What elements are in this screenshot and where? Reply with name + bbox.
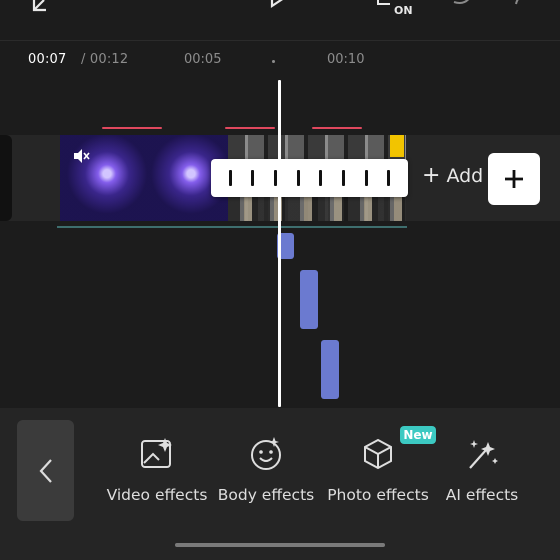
chevron-left-icon — [39, 458, 52, 483]
transition-marker[interactable] — [296, 170, 300, 186]
transition-marker[interactable] — [251, 170, 255, 186]
photo-effects-button[interactable]: Photo effects — [324, 434, 432, 504]
video-effects-button[interactable]: Video effects — [106, 434, 208, 504]
clip-thumbnail-highlight — [390, 135, 404, 157]
tool-label: AI effects — [445, 486, 519, 504]
new-badge: New — [400, 426, 436, 444]
plus-icon — [505, 170, 523, 188]
track-left-handle[interactable] — [0, 135, 12, 221]
home-indicator[interactable] — [175, 543, 385, 547]
editor-screen: ON 00:07 / 00:12 00:05 00:10 + Add Video… — [0, 0, 560, 560]
body-effects-button[interactable]: Body effects — [216, 434, 316, 504]
body-effects-icon — [216, 434, 316, 474]
record-toggle-icon[interactable]: ON — [372, 0, 418, 20]
transition-marker[interactable] — [319, 170, 323, 186]
play-icon[interactable] — [268, 0, 298, 14]
current-time: 00:07 — [28, 52, 67, 67]
add-clip-button[interactable] — [488, 153, 540, 205]
video-effects-icon — [106, 434, 208, 474]
effect-block[interactable] — [300, 270, 318, 329]
record-toggle-label: ON — [394, 4, 413, 17]
total-duration: / 00:12 — [81, 52, 129, 67]
video-clip-effects[interactable] — [60, 135, 228, 221]
ruler-tick-dot — [272, 60, 275, 63]
playhead[interactable] — [278, 80, 281, 407]
back-button[interactable] — [17, 420, 74, 521]
plus-icon: + — [422, 163, 441, 188]
add-clip-link[interactable]: + Add — [422, 163, 484, 188]
transition-marker[interactable] — [364, 170, 368, 186]
add-clip-label: Add — [446, 165, 484, 187]
tool-label: Video effects — [106, 486, 208, 504]
ruler-tick-label: 00:10 — [327, 52, 365, 67]
transition-markers[interactable] — [211, 159, 408, 197]
effect-block[interactable] — [321, 340, 339, 399]
tool-label: Photo effects — [327, 486, 429, 504]
tool-label: Body effects — [217, 486, 315, 504]
transition-marker[interactable] — [228, 170, 232, 186]
clip-marker — [312, 127, 362, 129]
transition-marker[interactable] — [387, 170, 391, 186]
redo-icon[interactable] — [512, 0, 538, 10]
ai-effects-icon — [440, 434, 524, 474]
clip-marker — [225, 127, 275, 129]
clip-marker — [102, 127, 162, 129]
mute-icon[interactable] — [72, 147, 90, 165]
ruler-tick-label: 00:05 — [184, 52, 222, 67]
transition-marker[interactable] — [274, 170, 278, 186]
transition-marker[interactable] — [341, 170, 345, 186]
audio-track-line — [57, 226, 407, 228]
ai-effects-button[interactable]: AI effects — [440, 434, 524, 504]
ruler-divider — [0, 40, 560, 41]
undo-icon[interactable] — [452, 0, 478, 10]
fullscreen-icon[interactable] — [30, 0, 58, 14]
